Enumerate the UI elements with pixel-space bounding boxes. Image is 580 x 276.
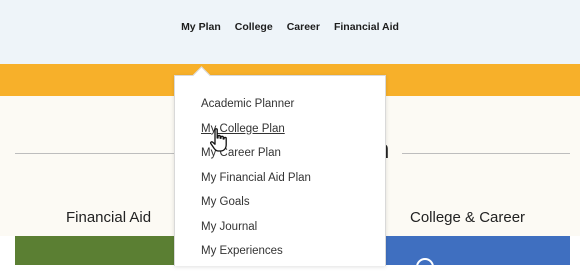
nav-item-financial-aid[interactable]: Financial Aid (334, 21, 399, 33)
top-navigation: My Plan College Career Financial Aid (0, 0, 580, 64)
my-plan-dropdown: Academic Planner My College Plan My Care… (174, 66, 386, 266)
circle-icon (416, 258, 434, 276)
nav-item-my-plan[interactable]: My Plan (181, 21, 221, 33)
dropdown-menu: Academic Planner My College Plan My Care… (201, 92, 311, 264)
menu-item-my-experiences[interactable]: My Experiences (201, 239, 311, 264)
college-career-card[interactable] (386, 236, 570, 276)
section-label-financial-aid: Financial Aid (66, 209, 152, 226)
nav-item-career[interactable]: Career (287, 21, 320, 33)
menu-item-academic-planner[interactable]: Academic Planner (201, 92, 311, 117)
menu-item-my-journal[interactable]: My Journal (201, 215, 311, 240)
menu-item-my-goals[interactable]: My Goals (201, 190, 311, 215)
section-label-college-career: College & Career (410, 209, 526, 226)
nav-item-college[interactable]: College (235, 21, 273, 33)
nav-items: My Plan College Career Financial Aid (181, 21, 399, 33)
financial-aid-card[interactable] (15, 236, 195, 265)
menu-item-my-financial-aid-plan[interactable]: My Financial Aid Plan (201, 166, 311, 191)
divider-left (15, 153, 185, 154)
hand-pointer-icon (210, 128, 227, 152)
divider-right (402, 153, 570, 154)
